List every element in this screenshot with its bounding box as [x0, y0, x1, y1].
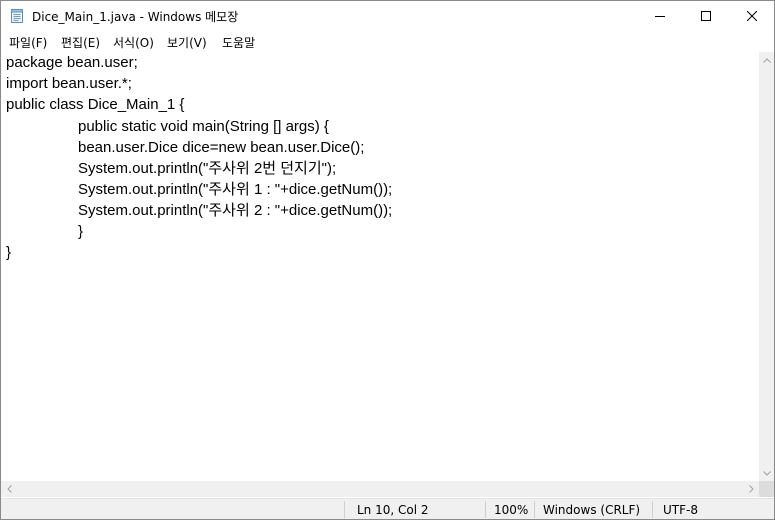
scroll-right-icon[interactable] [743, 481, 759, 497]
code-line: public static void main(String [] args) … [78, 118, 329, 135]
window-title: Dice_Main_1.java - Windows 메모장 [32, 10, 239, 24]
code-line: System.out.println("주사위 1 : "+dice.getNu… [78, 181, 393, 198]
close-icon [747, 11, 757, 21]
horizontal-scrollbar[interactable] [1, 481, 759, 497]
code-line: System.out.println("주사위 2 : "+dice.getNu… [78, 202, 393, 219]
menu-format[interactable]: 서식(O) [113, 34, 154, 51]
code-line: import bean.user.*; [6, 75, 132, 92]
scroll-down-icon[interactable] [759, 465, 774, 481]
minimize-icon [655, 16, 665, 17]
maximize-icon [701, 11, 711, 21]
code-line: } [78, 223, 84, 240]
minimize-button[interactable] [637, 1, 683, 31]
status-encoding: UTF-8 [663, 503, 698, 517]
status-divider [652, 501, 653, 518]
notepad-window: Dice_Main_1.java - Windows 메모장 파일(F) 편집(… [0, 0, 775, 520]
scroll-left-icon[interactable] [1, 481, 17, 497]
status-bar: Ln 10, Col 2 100% Windows (CRLF) UTF-8 [1, 498, 774, 519]
code-line: public class Dice_Main_1 { [6, 96, 185, 113]
status-zoom: 100% [494, 503, 529, 517]
status-line-ending: Windows (CRLF) [543, 503, 641, 517]
status-divider [344, 501, 345, 518]
code-line: System.out.println("주사위 2번 던지기"); [78, 160, 337, 177]
scroll-up-icon[interactable] [759, 52, 774, 68]
title-bar[interactable]: Dice_Main_1.java - Windows 메모장 [1, 1, 774, 31]
text-editor[interactable]: package bean.user; import bean.user.*; p… [1, 52, 758, 481]
menu-view[interactable]: 보기(V) [167, 34, 207, 51]
scrollbar-corner [759, 481, 774, 497]
menu-bar: 파일(F) 편집(E) 서식(O) 보기(V) 도움말 [1, 31, 774, 51]
status-cursor-position: Ln 10, Col 2 [357, 503, 429, 517]
close-button[interactable] [729, 1, 774, 31]
vertical-scrollbar[interactable] [759, 52, 774, 481]
notepad-icon[interactable] [9, 8, 25, 24]
menu-edit[interactable]: 편집(E) [61, 34, 100, 51]
maximize-button[interactable] [683, 1, 729, 31]
status-divider [534, 501, 535, 518]
code-line: package bean.user; [6, 54, 138, 71]
status-divider [485, 501, 486, 518]
code-line: } [6, 244, 12, 261]
menu-file[interactable]: 파일(F) [9, 34, 47, 51]
menu-help[interactable]: 도움말 [222, 34, 255, 51]
code-line: bean.user.Dice dice=new bean.user.Dice()… [78, 139, 365, 156]
